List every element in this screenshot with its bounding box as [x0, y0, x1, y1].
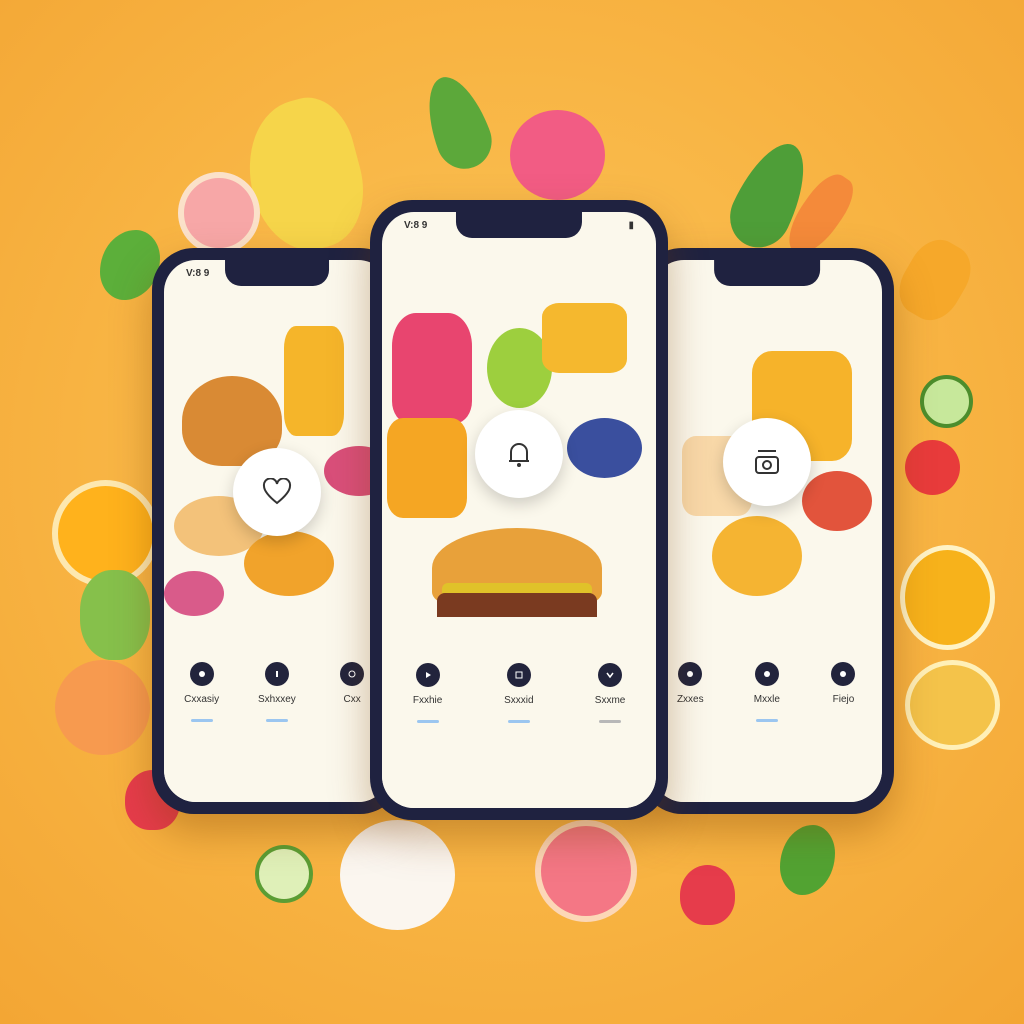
nav-item[interactable]: Fiejo	[805, 661, 882, 705]
apple-decor	[510, 110, 605, 200]
nav-label: Mxxle	[753, 693, 780, 705]
heart-icon	[262, 478, 292, 505]
nav-label: Sxxme	[594, 695, 626, 707]
square-icon	[506, 663, 531, 688]
grapefruit-decor	[535, 820, 637, 922]
corn-decor	[889, 230, 981, 330]
nav-indicator	[416, 720, 439, 724]
circle-icon	[831, 661, 856, 686]
bread-roll-decor	[340, 820, 455, 930]
nav-item[interactable]: Mxxle	[729, 661, 806, 722]
scale-button[interactable]	[723, 418, 811, 506]
nav-indicator	[265, 718, 288, 722]
nav-label: Fxxhie	[412, 695, 443, 707]
bottom-nav: Zxxes Mxxle Fiejo	[652, 617, 882, 802]
scale-icon	[755, 450, 779, 474]
status-time: V:8 9	[186, 268, 210, 279]
nav-item[interactable]: Fxxhie	[382, 663, 473, 724]
cucumber-decor	[920, 375, 973, 428]
play-icon	[415, 663, 440, 688]
leaf-decor	[780, 825, 835, 895]
grapefruit-decor	[178, 172, 260, 254]
battery-icon: ▮	[628, 220, 634, 231]
phone-center: V:8 9 ▮ Fxxhie Sxxxid Sxxme	[370, 200, 668, 820]
circle-icon	[754, 661, 779, 686]
nav-indicator	[190, 718, 213, 722]
peach-decor	[55, 660, 150, 755]
nav-indicator	[755, 718, 778, 722]
circle-icon	[340, 661, 365, 686]
cucumber-decor	[255, 845, 313, 903]
grapes-decor	[80, 570, 150, 660]
phone-screen: Zxxes Mxxle Fiejo	[652, 260, 882, 802]
nav-indicator	[507, 720, 530, 724]
bottom-nav: Cxxasiy Sxhxxey Cxx	[164, 617, 390, 802]
nav-item[interactable]: Cxxasiy	[164, 661, 239, 722]
nav-label: Cxxasiy	[184, 693, 220, 705]
status-time: V:8 9	[404, 220, 428, 231]
chevron-down-icon	[598, 663, 623, 688]
notch	[455, 212, 583, 238]
phone-screen: V:8 9 Cxxasiy Sxhxxey Cxx	[164, 260, 390, 802]
nav-label: Fiejo	[832, 693, 855, 705]
circle-icon	[678, 661, 703, 686]
leaf-icon	[189, 661, 214, 686]
nav-item[interactable]: Sxhxxey	[239, 661, 314, 722]
notifications-button[interactable]	[475, 410, 563, 498]
nav-label: Sxhxxey	[257, 693, 296, 705]
phone-right: Zxxes Mxxle Fiejo	[640, 248, 894, 814]
banana-decor	[232, 88, 378, 262]
strawberry-decor	[680, 865, 735, 925]
tomato-decor	[905, 440, 960, 495]
nav-label: Sxxxid	[504, 695, 534, 707]
nav-indicator	[599, 720, 622, 724]
notch	[714, 260, 820, 286]
favorite-button[interactable]	[233, 448, 321, 536]
nav-item[interactable]: Sxxxid	[473, 663, 564, 724]
lemon-decor	[905, 660, 1000, 750]
phone-screen: V:8 9 ▮ Fxxhie Sxxxid Sxxme	[382, 212, 656, 808]
notch	[225, 260, 329, 286]
leaf-decor	[100, 230, 160, 300]
phone-left: V:8 9 Cxxasiy Sxhxxey Cxx	[152, 248, 402, 814]
drop-icon	[264, 661, 289, 686]
bottom-nav: Fxxhie Sxxxid Sxxme	[382, 617, 656, 808]
nav-item[interactable]: Sxxme	[564, 663, 655, 724]
leaf-decor	[415, 68, 500, 177]
juice-decor	[900, 545, 995, 650]
bell-icon	[509, 443, 529, 467]
